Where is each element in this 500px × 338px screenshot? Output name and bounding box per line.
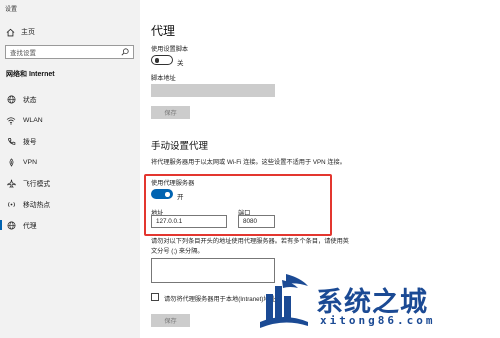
sidebar-section-title: 网络和 Internet	[6, 71, 55, 78]
sidebar-home-label: 主页	[21, 29, 35, 36]
sidebar-item-label: WLAN	[23, 116, 43, 124]
sidebar-item-label: 代理	[23, 223, 37, 230]
sidebar-item-airplane[interactable]: 飞行模式	[0, 176, 140, 190]
search-icon	[121, 48, 129, 56]
sidebar-item-wlan[interactable]: WLAN	[0, 113, 140, 127]
watermark-logo-icon	[260, 274, 308, 328]
use-script-label: 使用设置脚本	[151, 46, 189, 53]
globe-icon	[6, 94, 16, 104]
window-title: 设置	[5, 7, 18, 13]
search-placeholder: 查找设置	[10, 50, 36, 57]
sidebar-item-dialup[interactable]: 拨号	[0, 134, 140, 148]
auto-save-button[interactable]: 保存	[151, 106, 190, 119]
exceptions-description-line1: 请勿对以下列条目开头的地址使用代理服务器。若有多个条目，请使用英	[151, 238, 349, 245]
toggle-knob	[154, 58, 159, 63]
use-script-toggle-state: 关	[177, 60, 184, 67]
watermark-url: xitong86.com	[320, 314, 436, 327]
sidebar-item-status[interactable]: 状态	[0, 92, 140, 106]
home-icon	[6, 28, 15, 36]
wifi-icon	[6, 115, 16, 125]
sidebar-item-hotspot[interactable]: 移动热点	[0, 197, 140, 211]
script-address-input	[151, 84, 275, 97]
page-title: 代理	[151, 24, 176, 38]
sidebar-item-label: 移动热点	[23, 202, 51, 209]
sidebar-item-label: 飞行模式	[23, 181, 51, 188]
sidebar-home[interactable]: 主页	[6, 26, 35, 38]
hotspot-icon	[6, 199, 16, 209]
manual-proxy-title: 手动设置代理	[151, 141, 209, 152]
watermark: 系统之城 xitong86.com	[256, 272, 492, 334]
sidebar-item-vpn[interactable]: VPN	[0, 155, 140, 169]
bypass-local-checkbox[interactable]	[151, 293, 159, 301]
airplane-icon	[6, 178, 16, 188]
phone-icon	[6, 136, 16, 146]
sidebar-item-label: 状态	[23, 97, 37, 104]
exceptions-description-line2: 文分号 (;) 来分隔。	[151, 248, 204, 255]
script-address-label: 脚本地址	[151, 75, 176, 82]
highlight-box	[144, 174, 332, 236]
manual-save-button[interactable]: 保存	[151, 314, 190, 327]
manual-proxy-description: 将代理服务器用于以太网或 Wi-Fi 连接。这些设置不适用于 VPN 连接。	[151, 159, 346, 166]
vpn-icon	[6, 157, 16, 167]
use-script-toggle[interactable]	[151, 55, 173, 65]
globe-icon	[6, 220, 16, 230]
sidebar: 设置 主页 查找设置 网络和 Internet 状态 WLAN 拨号 VPN 飞…	[0, 0, 140, 338]
sidebar-item-proxy[interactable]: 代理	[0, 218, 140, 232]
sidebar-item-label: 拨号	[23, 139, 37, 146]
search-input[interactable]: 查找设置	[5, 45, 134, 59]
sidebar-item-label: VPN	[23, 158, 37, 166]
